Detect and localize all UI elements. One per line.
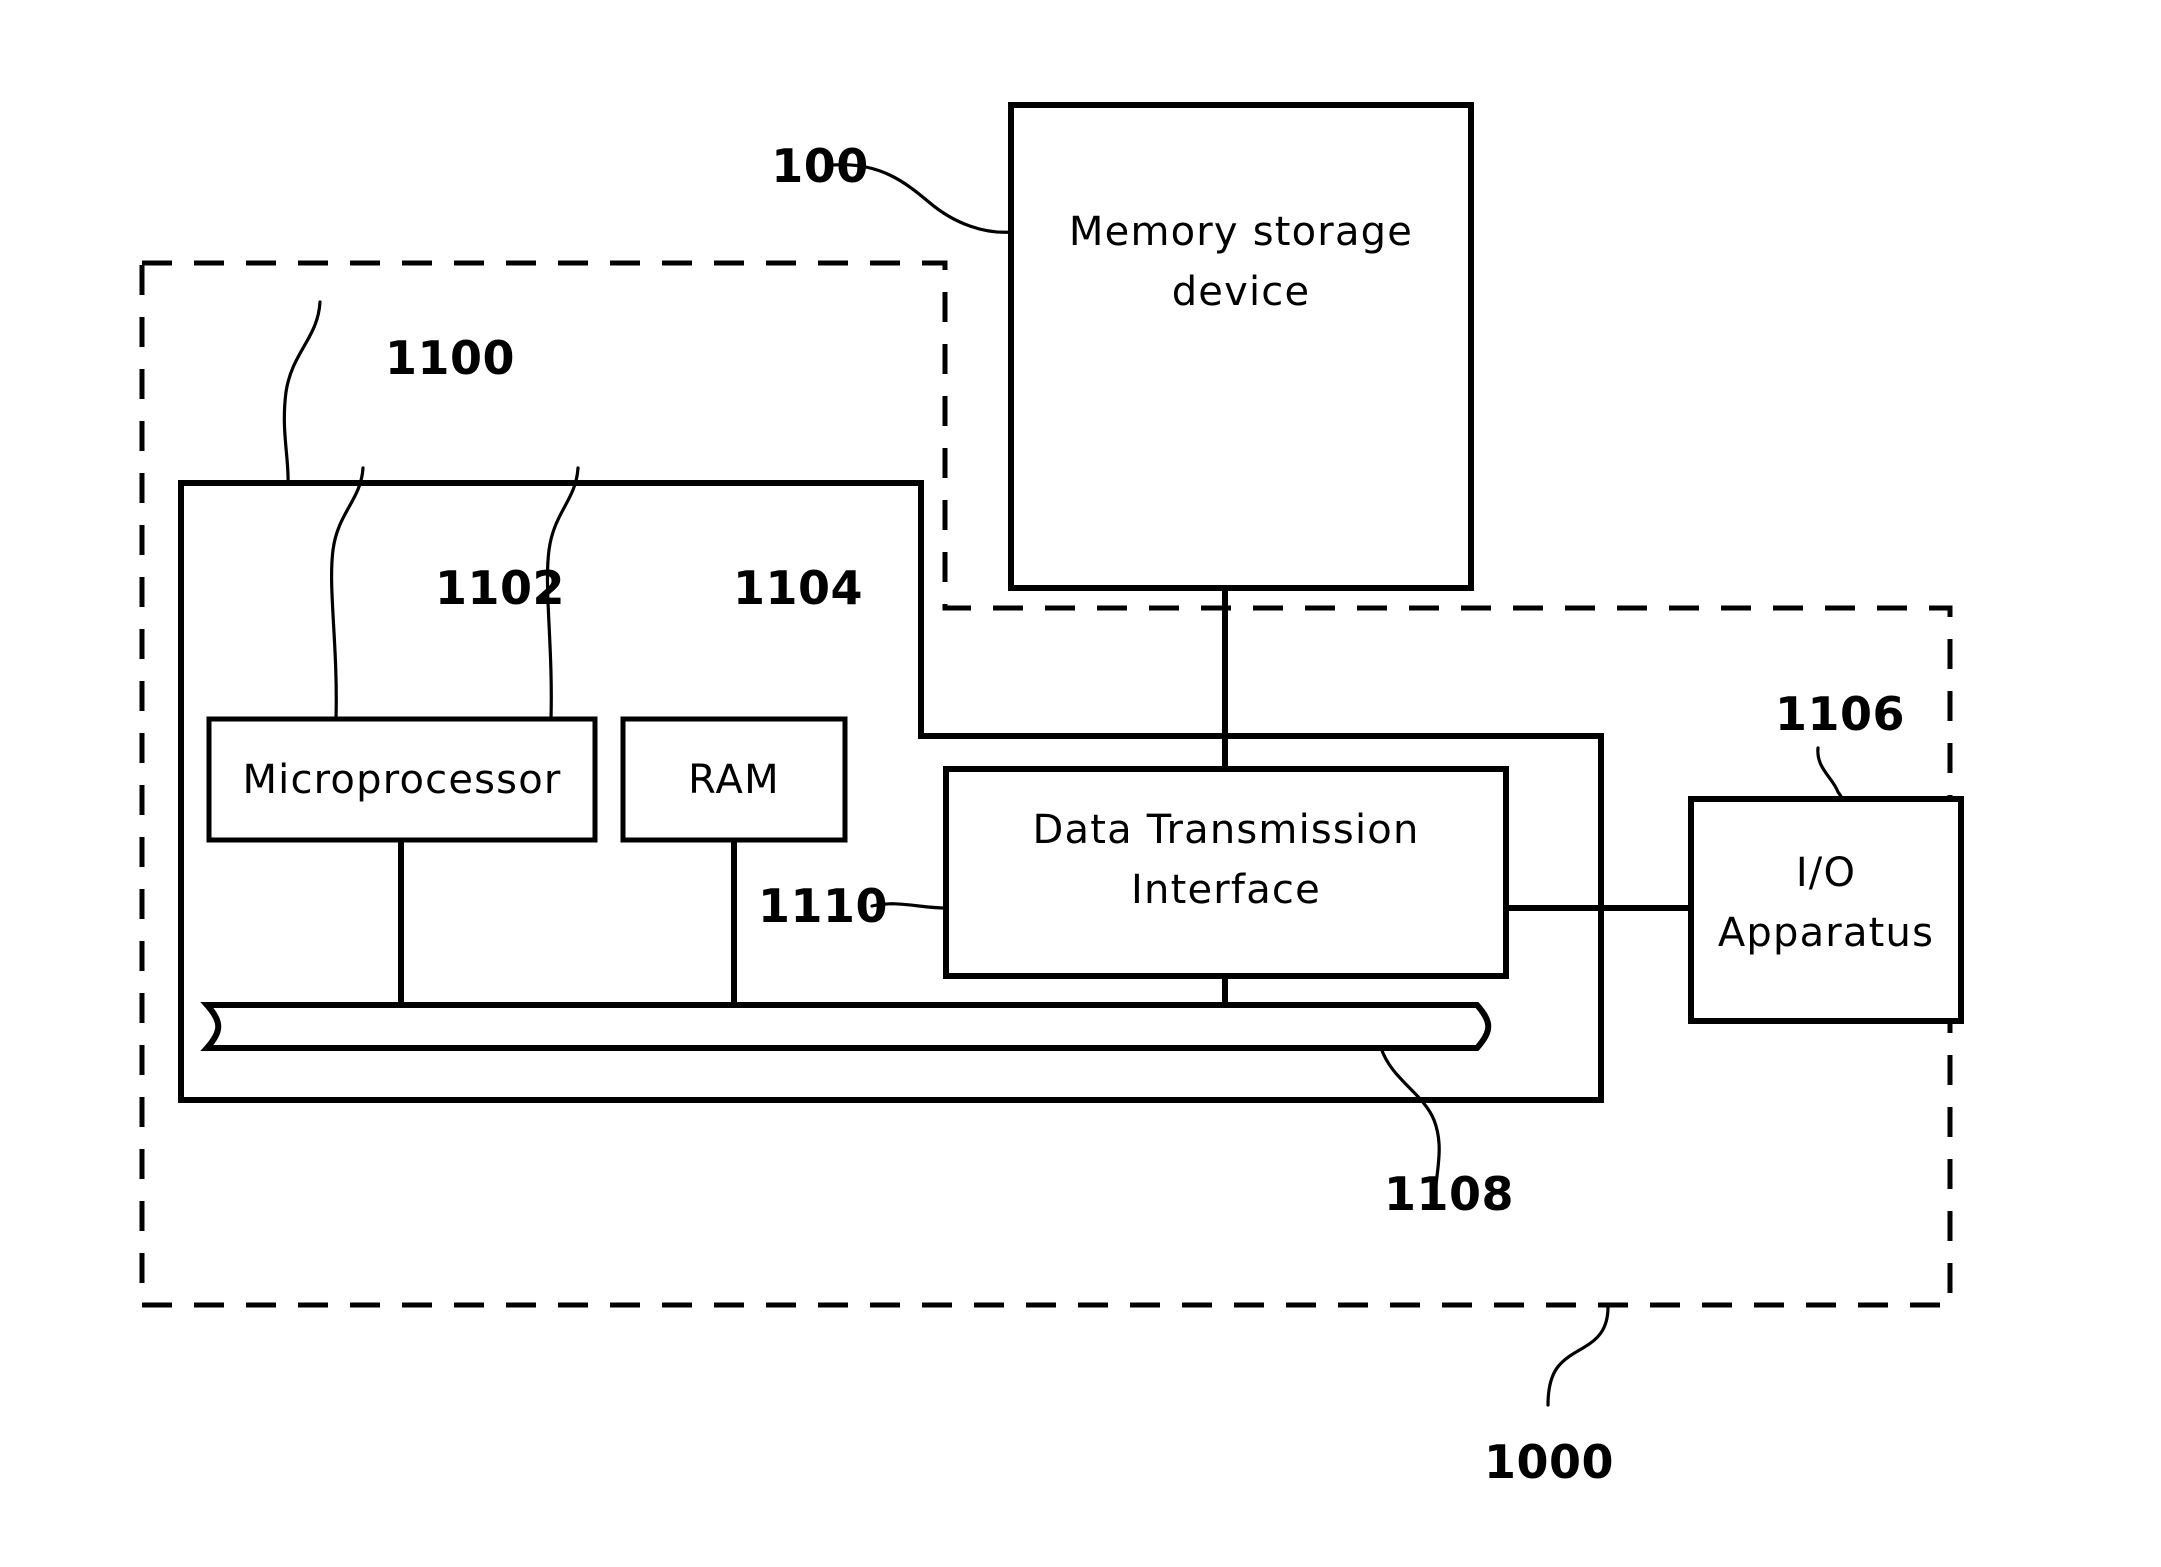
data-transmission-interface-label-line1: Data Transmission [1032, 807, 1419, 853]
io-apparatus-label-line1: I/O [1796, 850, 1856, 896]
reference-numeral-1108: 1108 [1384, 1167, 1514, 1221]
reference-numeral-1100: 1100 [385, 331, 515, 385]
leader-line-1102 [329, 466, 365, 721]
reference-numeral-100: 100 [771, 139, 869, 193]
microprocessor-label: Microprocessor [242, 757, 561, 803]
io-apparatus-label-line2: Apparatus [1718, 910, 1934, 956]
memory-storage-device-label-line1: Memory storage [1069, 209, 1413, 255]
reference-numeral-1104: 1104 [733, 561, 863, 615]
figure-root: Memory storage device Microprocessor RAM… [0, 0, 2161, 1567]
block-diagram-canvas: Memory storage device Microprocessor RAM… [139, 102, 1964, 1489]
reference-numeral-1110: 1110 [758, 879, 888, 933]
ram-label: RAM [688, 757, 780, 803]
leader-line-1106 [1816, 746, 1844, 801]
leader-line-1000 [1546, 1305, 1610, 1407]
leader-line-1100 [282, 300, 322, 485]
reference-numeral-1102: 1102 [435, 561, 565, 615]
data-transmission-interface-label-line2: Interface [1131, 867, 1321, 913]
reference-numeral-1106: 1106 [1775, 687, 1905, 741]
memory-storage-device-label-line2: device [1172, 269, 1311, 315]
leader-line-1108 [1379, 1046, 1441, 1187]
memory-storage-device-box [1008, 102, 1474, 591]
reference-numeral-1000: 1000 [1484, 1435, 1614, 1489]
system-bus-shape [200, 1002, 1492, 1051]
